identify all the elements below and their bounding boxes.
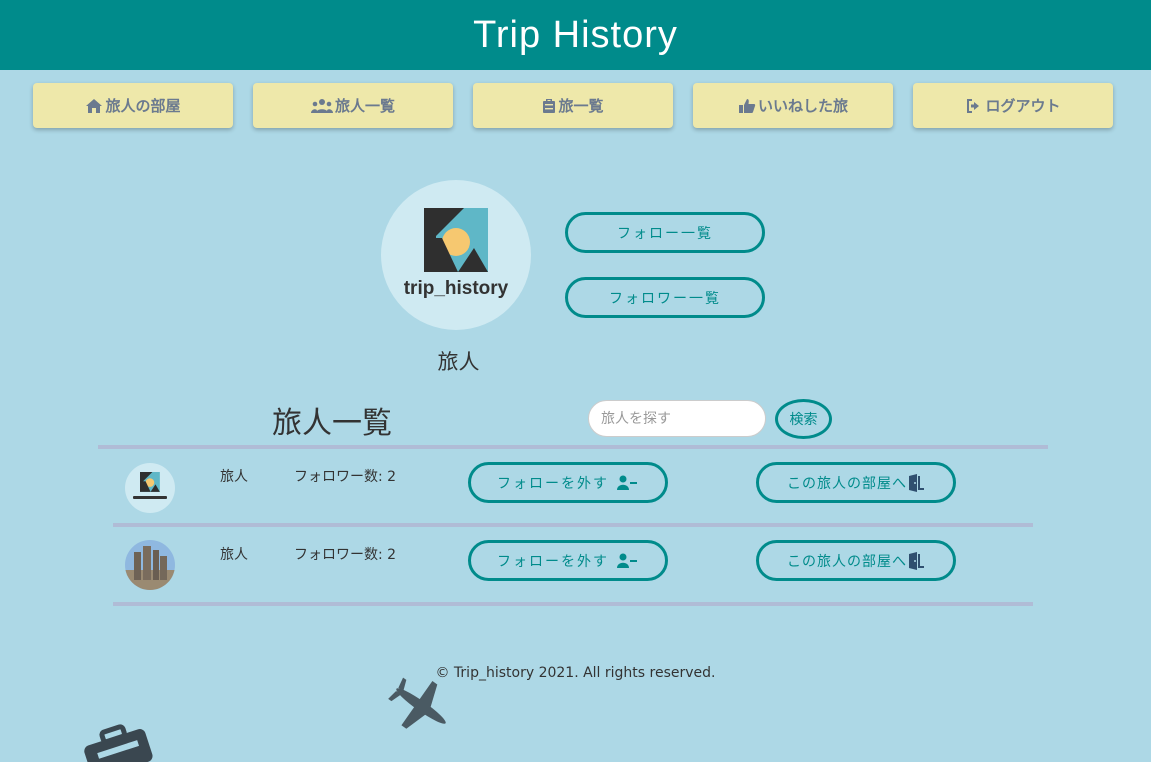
logo-text: trip_history: [403, 278, 509, 299]
unfollow-label: フォローを外す: [497, 553, 609, 570]
traveler-name[interactable]: 旅人: [220, 466, 248, 486]
site-header: Trip History: [0, 0, 1151, 70]
traveler-avatar[interactable]: [125, 540, 175, 590]
thumbs-up-icon: [738, 98, 756, 113]
traveler-follower-count: フォロワー数: 2: [294, 547, 397, 563]
copyright-text: © Trip_history 2021. All rights reserved…: [435, 665, 716, 681]
door-open-icon: [909, 551, 924, 570]
nav-travelers-list-button[interactable]: 旅人一覧: [253, 83, 453, 128]
divider: [113, 602, 1033, 606]
trip-history-logo-icon: [133, 472, 167, 499]
user-minus-icon: [617, 475, 637, 490]
search-input[interactable]: [588, 400, 766, 437]
suitcase-icon: [543, 98, 556, 113]
rock-photo-image: [125, 540, 175, 590]
divider: [113, 523, 1033, 527]
sign-out-icon: [967, 98, 980, 113]
nav-trips-list-button[interactable]: 旅一覧: [473, 83, 673, 128]
go-to-room-label: この旅人の部屋へ: [787, 475, 907, 492]
go-to-room-label: この旅人の部屋へ: [787, 553, 907, 570]
nav-label: 旅人の部屋: [105, 97, 181, 115]
nav-label: いいねした旅: [757, 97, 848, 115]
home-icon: [86, 98, 103, 113]
unfollow-button[interactable]: フォローを外す: [468, 462, 668, 503]
traveler-follower-count: フォロワー数: 2: [294, 469, 397, 485]
site-title: Trip History: [473, 13, 678, 56]
search-button[interactable]: 検索: [775, 399, 832, 439]
go-to-room-button[interactable]: この旅人の部屋へ: [756, 540, 956, 581]
nav-label: 旅人一覧: [334, 97, 395, 115]
profile-avatar: trip_history: [381, 180, 531, 330]
door-open-icon: [909, 473, 924, 492]
nav-label: ログアウト: [985, 97, 1061, 115]
go-to-room-button[interactable]: この旅人の部屋へ: [756, 462, 956, 503]
follow-list-button[interactable]: フォロー一覧: [565, 212, 765, 253]
users-icon: [310, 98, 333, 113]
divider: [98, 445, 1048, 449]
unfollow-label: フォローを外す: [497, 475, 609, 492]
nav-liked-trips-button[interactable]: いいねした旅: [693, 83, 893, 128]
profile-username: 旅人: [437, 350, 480, 374]
nav-label: 旅一覧: [558, 97, 604, 115]
follower-list-button[interactable]: フォロワー一覧: [565, 277, 765, 318]
nav-traveler-room-button[interactable]: 旅人の部屋: [33, 83, 233, 128]
user-minus-icon: [617, 553, 637, 568]
trip-history-logo-icon: [424, 208, 488, 272]
traveler-avatar[interactable]: [125, 463, 175, 513]
unfollow-button[interactable]: フォローを外す: [468, 540, 668, 581]
suitcase-decoration-icon: [84, 724, 153, 762]
traveler-name[interactable]: 旅人: [220, 544, 248, 564]
section-title: 旅人一覧: [272, 406, 392, 441]
nav-logout-button[interactable]: ログアウト: [913, 83, 1113, 128]
airplane-icon: [388, 677, 446, 729]
